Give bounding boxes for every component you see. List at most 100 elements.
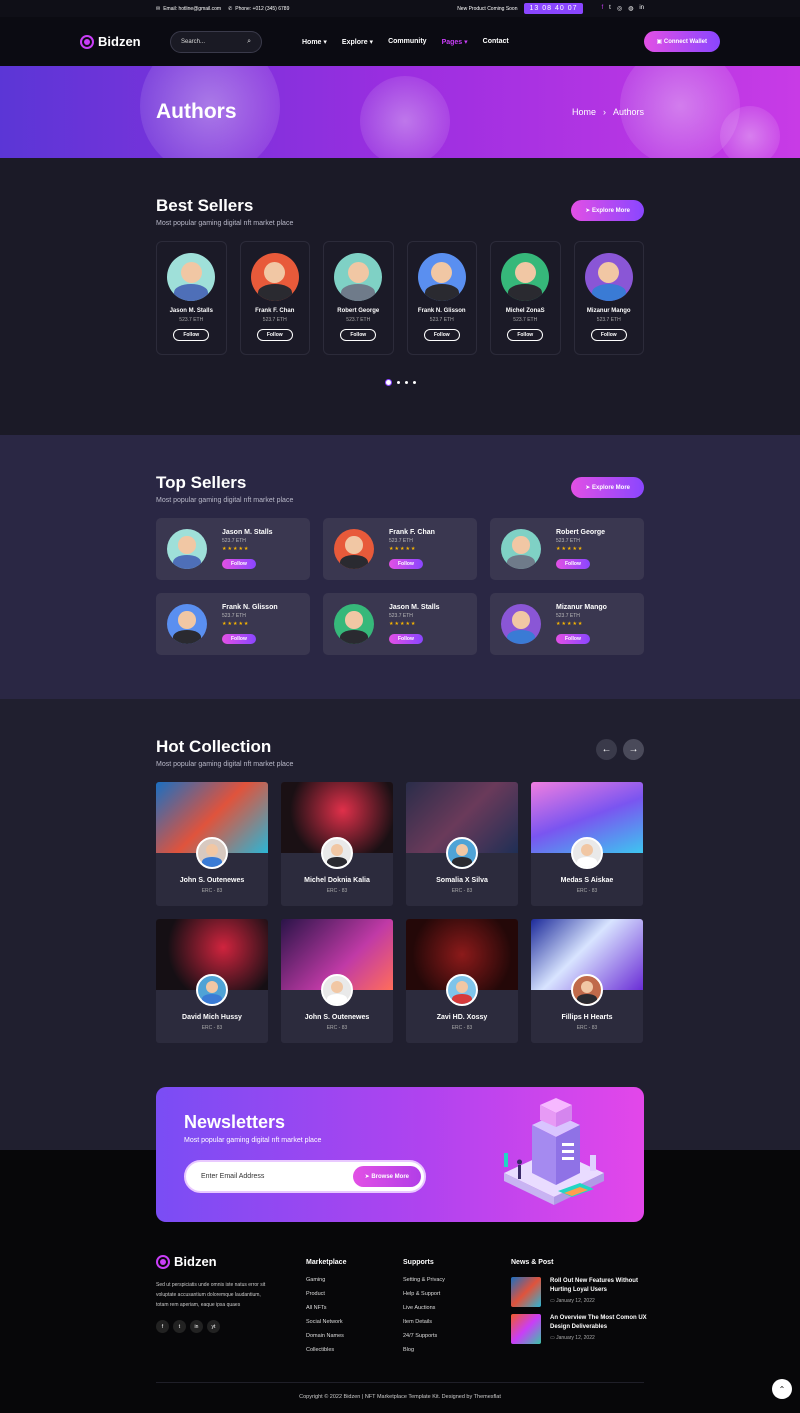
carousel-dot[interactable] xyxy=(412,381,416,384)
nav-menu: Home ▾ Explore ▾ Community Pages ▾ Conta… xyxy=(302,38,509,46)
seller-card[interactable]: Michel ZonaS 523.7 ETH Follow xyxy=(490,241,561,355)
search-icon[interactable]: ⌕ xyxy=(247,38,251,46)
collection-card[interactable]: Fillips H Hearts ERC - 83 xyxy=(531,919,643,1043)
follow-button[interactable]: Follow xyxy=(389,633,423,644)
avatar[interactable] xyxy=(417,253,466,301)
avatar[interactable] xyxy=(321,837,353,869)
seller-card[interactable]: Frank N. Glisson 523.7 ETH Follow xyxy=(406,241,477,355)
footer-link[interactable]: All NFTs xyxy=(306,1305,346,1311)
arrow-right-icon[interactable]: → xyxy=(623,739,644,760)
follow-button[interactable]: Follow xyxy=(556,633,590,644)
footer-link[interactable]: Product xyxy=(306,1291,346,1297)
twitter-icon[interactable]: t xyxy=(173,1320,186,1333)
follow-button[interactable]: Follow xyxy=(556,558,590,569)
avatar[interactable] xyxy=(196,974,228,1006)
facebook-icon[interactable]: f xyxy=(601,5,603,12)
avatar[interactable] xyxy=(250,253,299,301)
footer-link[interactable]: Gaming xyxy=(306,1277,346,1283)
top-seller-card[interactable]: Robert George 523.7 ETH ★★★★★ Follow xyxy=(490,518,644,580)
explore-more-button[interactable]: ➤ Explore More xyxy=(571,477,644,498)
follow-button[interactable]: Follow xyxy=(590,329,627,341)
youtube-icon[interactable]: yt xyxy=(207,1320,220,1333)
breadcrumb-home[interactable]: Home xyxy=(572,107,596,117)
instagram-icon[interactable]: ◎ xyxy=(617,5,622,12)
avatar[interactable] xyxy=(321,974,353,1006)
nav-item-community[interactable]: Community xyxy=(388,38,427,46)
avatar[interactable] xyxy=(501,529,541,569)
avatar[interactable] xyxy=(334,604,374,644)
avatar[interactable] xyxy=(571,974,603,1006)
nav-item-contact[interactable]: Contact xyxy=(483,38,509,46)
top-seller-card[interactable]: Frank N. Glisson 523.7 ETH ★★★★★ Follow xyxy=(156,593,310,655)
avatar[interactable] xyxy=(584,253,633,301)
avatar[interactable] xyxy=(501,604,541,644)
top-seller-card[interactable]: Mizanur Mango 523.7 ETH ★★★★★ Follow xyxy=(490,593,644,655)
footer-link[interactable]: Help & Support xyxy=(403,1291,445,1297)
follow-button[interactable]: Follow xyxy=(389,558,423,569)
carousel-dot[interactable] xyxy=(396,381,400,384)
follow-button[interactable]: Follow xyxy=(507,329,544,341)
follow-button[interactable]: Follow xyxy=(222,558,256,569)
linkedin-icon[interactable]: in xyxy=(190,1320,203,1333)
nav-item-pages[interactable]: Pages ▾ xyxy=(442,38,468,46)
news-item[interactable]: An Overview The Most Comon UX Design Del… xyxy=(511,1314,651,1344)
follow-button[interactable]: Follow xyxy=(340,329,377,341)
search-input[interactable]: Search... ⌕ xyxy=(170,30,262,53)
collection-card[interactable]: Michel Doknia Kalia ERC - 83 xyxy=(281,782,393,906)
carousel-dot[interactable] xyxy=(404,381,408,384)
dribbble-icon[interactable]: ◍ xyxy=(628,5,633,12)
connect-wallet-button[interactable]: ▣ Connect Wallet xyxy=(643,31,720,52)
avatar[interactable] xyxy=(446,837,478,869)
footer-link[interactable]: 24/7 Supports xyxy=(403,1333,445,1339)
phone-contact[interactable]: ✆ Phone: +012 (345) 6789 xyxy=(228,6,289,12)
collection-card[interactable]: Zavi HD. Xossy ERC - 83 xyxy=(406,919,518,1043)
nav-item-home[interactable]: Home ▾ xyxy=(302,38,327,46)
follow-button[interactable]: Follow xyxy=(256,329,293,341)
follow-button[interactable]: Follow xyxy=(222,633,256,644)
seller-card[interactable]: Frank F. Chan 523.7 ETH Follow xyxy=(239,241,310,355)
footer-logo[interactable]: Bidzen xyxy=(156,1254,246,1269)
browse-more-button[interactable]: ➤ Browse More xyxy=(352,1166,421,1187)
top-seller-card[interactable]: Jason M. Stalls 523.7 ETH ★★★★★ Follow xyxy=(323,593,477,655)
avatar[interactable] xyxy=(501,253,550,301)
avatar[interactable] xyxy=(571,837,603,869)
avatar[interactable] xyxy=(334,529,374,569)
collection-card[interactable]: Medas S Aiskae ERC - 83 xyxy=(531,782,643,906)
footer-link[interactable]: Setting & Privacy xyxy=(403,1277,445,1283)
footer-link[interactable]: Blog xyxy=(403,1347,445,1353)
avatar[interactable] xyxy=(167,529,207,569)
avatar[interactable] xyxy=(446,974,478,1006)
logo[interactable]: Bidzen xyxy=(80,34,170,49)
scroll-top-button[interactable]: ⌃ xyxy=(772,1379,792,1399)
top-seller-card[interactable]: Jason M. Stalls 523.7 ETH ★★★★★ Follow xyxy=(156,518,310,580)
nav-item-explore[interactable]: Explore ▾ xyxy=(342,38,373,46)
footer-link[interactable]: Social Network xyxy=(306,1319,346,1325)
explore-more-button[interactable]: ➤ Explore More xyxy=(571,200,644,221)
collection-card[interactable]: David Mich Hussy ERC - 83 xyxy=(156,919,268,1043)
footer-link[interactable]: Live Auctions xyxy=(403,1305,445,1311)
follow-button[interactable]: Follow xyxy=(423,329,460,341)
top-seller-card[interactable]: Frank F. Chan 523.7 ETH ★★★★★ Follow xyxy=(323,518,477,580)
follow-button[interactable]: Follow xyxy=(173,329,210,341)
avatar[interactable] xyxy=(196,837,228,869)
seller-card[interactable]: Jason M. Stalls 523.7 ETH Follow xyxy=(156,241,227,355)
carousel-dot[interactable] xyxy=(384,379,392,386)
footer-link[interactable]: Item Details xyxy=(403,1319,445,1325)
avatar[interactable] xyxy=(167,604,207,644)
seller-card[interactable]: Robert George 523.7 ETH Follow xyxy=(323,241,394,355)
avatar[interactable] xyxy=(167,253,216,301)
email-input[interactable]: Enter Email Address xyxy=(201,1173,264,1180)
seller-card[interactable]: Mizanur Mango 523.7 ETH Follow xyxy=(573,241,644,355)
footer-link[interactable]: Domain Names xyxy=(306,1333,346,1339)
linkedin-icon[interactable]: in xyxy=(639,5,644,12)
facebook-icon[interactable]: f xyxy=(156,1320,169,1333)
collection-card[interactable]: Somalia X Silva ERC - 83 xyxy=(406,782,518,906)
arrow-left-icon[interactable]: ← xyxy=(596,739,617,760)
footer-link[interactable]: Collectibles xyxy=(306,1347,346,1353)
email-contact[interactable]: ✉ Email: hotline@gmail.com xyxy=(156,6,221,12)
news-item[interactable]: Roll Out New Features Without Hurting Lo… xyxy=(511,1277,651,1307)
avatar[interactable] xyxy=(334,253,383,301)
twitter-icon[interactable]: t xyxy=(609,5,611,12)
collection-card[interactable]: John S. Outenewes ERC - 83 xyxy=(156,782,268,906)
collection-card[interactable]: John S. Outenewes ERC - 83 xyxy=(281,919,393,1043)
